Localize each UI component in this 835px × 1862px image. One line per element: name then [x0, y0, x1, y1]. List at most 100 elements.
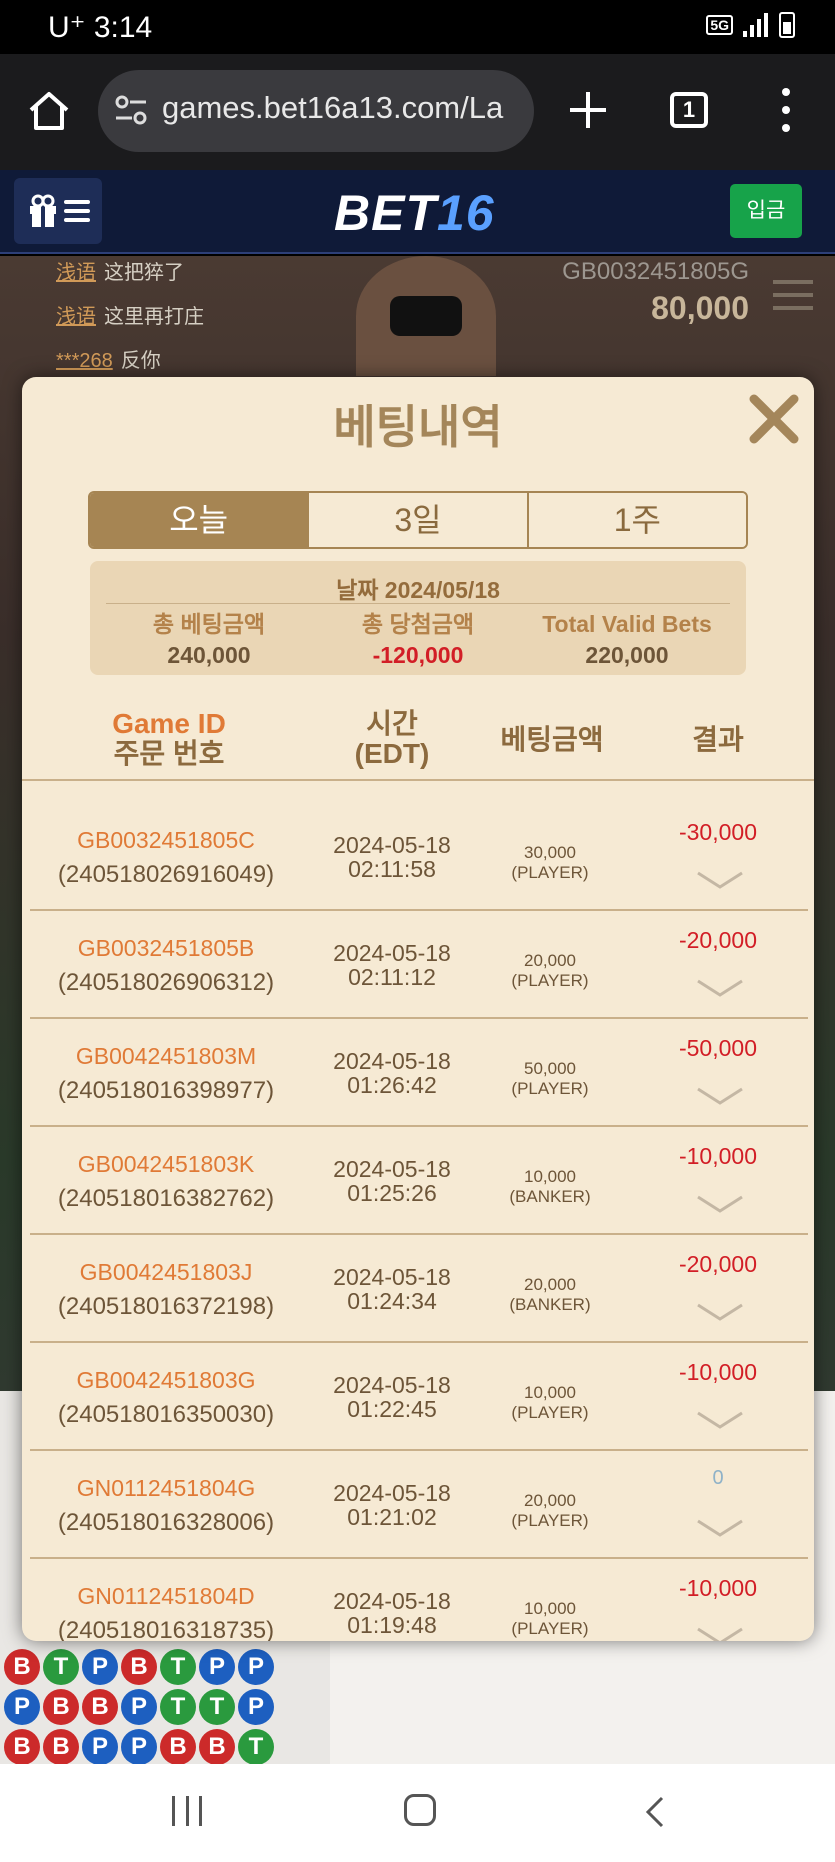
column-game-id: Game ID 주문 번호 [112, 708, 226, 769]
back-icon[interactable] [640, 1794, 670, 1830]
home-button-icon[interactable] [404, 1794, 436, 1826]
gift-menu-button[interactable] [14, 178, 102, 244]
order-number: (240518016318735) [57, 1617, 275, 1641]
order-number: (240518016382762) [57, 1185, 275, 1212]
game-id-link[interactable]: GB0042451803G [30, 1367, 302, 1394]
system-nav-bar [0, 1764, 835, 1862]
url-text[interactable]: games.bet16a13.com/La [162, 90, 503, 126]
bet-time: 2024-05-18 01:21:02 [333, 1480, 451, 1530]
bead-road-cell: B [43, 1689, 79, 1725]
bet-amount: 50,000 (PLAYER) [511, 1059, 589, 1098]
bead-road-cell: P [121, 1729, 157, 1764]
bet-list: GB0032451805C (240518026916049) 2024-05-18… [22, 803, 814, 1641]
period-tabs: 오늘 3일 1주 [88, 491, 748, 549]
recent-apps-icon[interactable] [172, 1796, 202, 1826]
bead-road-cell: P [82, 1649, 118, 1685]
bet-amount: 20,000 (BANKER) [509, 1275, 591, 1314]
home-icon[interactable] [26, 88, 72, 134]
bet-row[interactable]: GB0032451805B (240518026906312) 2024-05-18… [30, 911, 808, 1019]
game-id-link[interactable]: GB0042451803M [30, 1043, 302, 1070]
browser-menu-icon[interactable] [780, 88, 792, 132]
bet-row[interactable]: GB0042451803J (240518016372198) 2024-05-18… [30, 1235, 808, 1343]
bet-result: -10,000 [678, 1143, 757, 1169]
chat-message: 浅语 这把猝了 [56, 262, 184, 284]
background-balance: 80,000 [651, 290, 749, 326]
bead-road-cell: T [199, 1689, 235, 1725]
bet-result: -10,000 [678, 1575, 757, 1601]
chevron-down-icon[interactable] [696, 1087, 744, 1105]
tab-today[interactable]: 오늘 [90, 493, 310, 547]
bet-row[interactable]: GB0032451805C (240518026916049) 2024-05-18… [30, 803, 808, 911]
chevron-down-icon[interactable] [696, 871, 744, 889]
bet-row[interactable]: GB0042451803M (240518016398977) 2024-05-18… [30, 1019, 808, 1127]
chat-message: ***268 反你 [56, 350, 161, 372]
bet-row[interactable]: GB0042451803G (240518016350030) 2024-05-18… [30, 1343, 808, 1451]
bet-time: 2024-05-18 02:11:12 [333, 940, 451, 990]
bet-time: 2024-05-18 01:22:45 [333, 1372, 451, 1422]
background-game-id: GB0032451805G [562, 258, 749, 285]
bead-road-cell: P [82, 1729, 118, 1764]
game-id-link[interactable]: GN0112451804D [30, 1583, 302, 1610]
bet-row[interactable]: GN0112451804D (240518016318735) 2024-05-18… [30, 1559, 808, 1641]
tab-3-days[interactable]: 3일 [309, 493, 529, 547]
betting-history-modal: 베팅내역 오늘 3일 1주 날짜 2024/05/18 총 베팅금액 240,0… [22, 377, 814, 1641]
deposit-button[interactable]: 입금 [730, 184, 802, 238]
hamburger-icon [64, 200, 90, 222]
site-settings-icon[interactable] [114, 92, 148, 128]
order-number: (240518026906312) [57, 969, 275, 996]
bet-amount: 10,000 (PLAYER) [511, 1599, 589, 1638]
order-number: (240518016398977) [57, 1077, 275, 1104]
chevron-down-icon[interactable] [696, 1627, 744, 1641]
chat-message: 浅语 这里再打庄 [56, 306, 204, 328]
bet-result: -50,000 [678, 1035, 757, 1061]
bead-road-cell: P [4, 1689, 40, 1725]
bead-road-cell: T [43, 1649, 79, 1685]
bead-road-cell: P [121, 1689, 157, 1725]
tab-1-week[interactable]: 1주 [528, 493, 746, 547]
dealer-video [356, 256, 496, 376]
column-amount: 베팅금액 [500, 724, 604, 755]
summary-panel: 날짜 2024/05/18 총 베팅금액 240,000 총 당첨금액 -120… [90, 561, 746, 675]
bet-amount: 20,000 (PLAYER) [511, 951, 589, 990]
bead-road-cell: P [199, 1649, 235, 1685]
bead-road-cell: B [4, 1729, 40, 1764]
bead-road-cell: P [238, 1649, 274, 1685]
bet-result: 0 [712, 1467, 724, 1489]
address-bar[interactable]: games.bet16a13.com/La [98, 70, 534, 152]
tab-switcher-button[interactable]: 1 [670, 92, 708, 128]
bet-amount: 10,000 (PLAYER) [511, 1383, 589, 1422]
chevron-down-icon[interactable] [696, 1303, 744, 1321]
total-win: 총 당첨금액 -120,000 [361, 611, 475, 668]
order-number: (240518026916049) [57, 861, 275, 888]
game-id-link[interactable]: GB0032451805B [30, 935, 302, 962]
game-id-link[interactable]: GB0032451805C [30, 827, 302, 854]
game-id-link[interactable]: GB0042451803J [30, 1259, 302, 1286]
bead-road-cell: B [4, 1649, 40, 1685]
order-number: (240518016372198) [57, 1293, 275, 1320]
gift-icon [30, 194, 56, 227]
modal-title: 베팅내역 [333, 401, 503, 453]
column-result: 결과 [692, 724, 744, 755]
game-id-link[interactable]: GB0042451803K [30, 1151, 302, 1178]
bead-road-cell: B [199, 1729, 235, 1764]
bet-time: 2024-05-18 01:25:26 [333, 1156, 451, 1206]
chevron-down-icon[interactable] [696, 1195, 744, 1213]
bet-amount: 10,000 (BANKER) [509, 1167, 591, 1206]
chevron-down-icon[interactable] [696, 1519, 744, 1537]
background-menu-icon [773, 280, 813, 310]
bet-row[interactable]: GN0112451804G (240518016328006) 2024-05-18… [30, 1451, 808, 1559]
site-header: BET16 입금 [0, 170, 835, 254]
chevron-down-icon[interactable] [696, 979, 744, 997]
5g-icon: 5G [706, 15, 733, 35]
bet-row[interactable]: GB0042451803K (240518016382762) 2024-05-18… [30, 1127, 808, 1235]
total-valid-bets: Total Valid Bets 220,000 [542, 611, 712, 668]
chevron-down-icon[interactable] [696, 1411, 744, 1429]
bead-road-cell: B [82, 1689, 118, 1725]
new-tab-icon[interactable] [566, 88, 610, 132]
close-icon[interactable] [746, 391, 802, 447]
bet-result: -30,000 [678, 819, 757, 845]
bet16-logo[interactable]: BET16 [334, 184, 495, 242]
battery-icon [779, 12, 795, 38]
game-id-link[interactable]: GN0112451804G [30, 1475, 302, 1502]
bead-road-cell: B [160, 1729, 196, 1764]
